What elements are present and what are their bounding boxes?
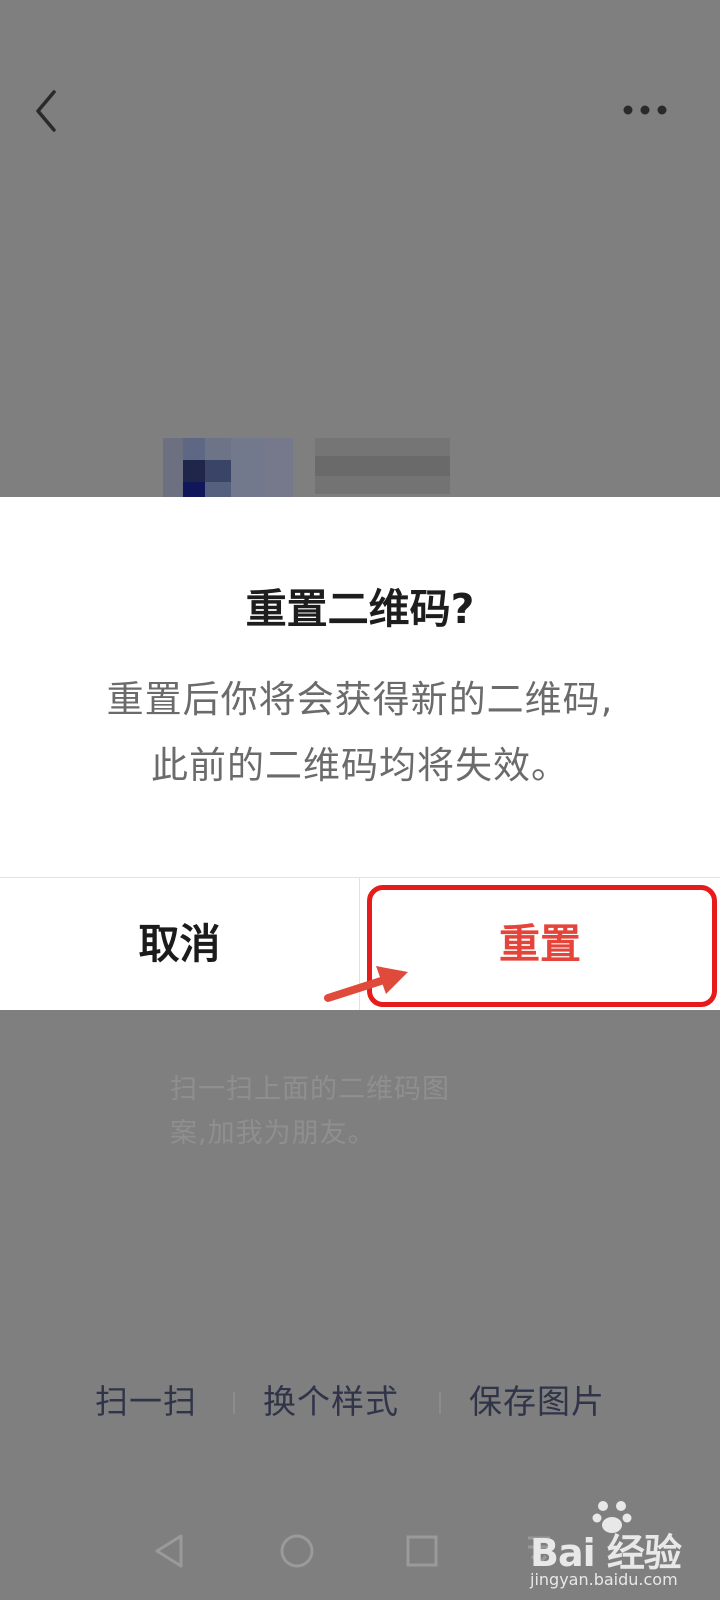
back-chevron-icon[interactable]	[28, 86, 68, 136]
reset-qr-dialog: 重置二维码? 重置后你将会获得新的二维码, 此前的二维码均将失效。 取消 重置	[0, 497, 720, 1010]
more-dots-icon[interactable]	[620, 90, 680, 130]
watermark-logo-text: Bai 经验	[530, 1531, 682, 1575]
save-image-button[interactable]: 保存图片	[469, 1372, 605, 1432]
baidu-jingyan-watermark: Bai 经验 jingyan.baidu.com	[530, 1496, 720, 1600]
qr-hint-text: 扫一扫上面的二维码图 案,加我为朋友。	[170, 1068, 510, 1156]
dialog-title: 重置二维码?	[245, 585, 475, 633]
reset-confirm-button[interactable]: 重置	[360, 878, 720, 1010]
home-circle-icon[interactable]	[272, 1526, 322, 1576]
change-style-button[interactable]: 换个样式	[263, 1372, 399, 1432]
watermark-url: jingyan.baidu.com	[530, 1570, 678, 1589]
scan-button[interactable]: 扫一扫	[95, 1372, 197, 1432]
profile-name-blurred	[315, 438, 450, 494]
cancel-button[interactable]: 取消	[0, 878, 359, 1010]
qr-hint-line1: 扫一扫上面的二维码图	[170, 1074, 450, 1105]
top-bar	[0, 60, 720, 160]
profile-avatar	[163, 438, 293, 498]
dialog-message-line2: 此前的二维码均将失效。	[151, 744, 569, 787]
action-separator	[233, 1392, 235, 1414]
dialog-message-line1: 重置后你将会获得新的二维码,	[106, 678, 614, 721]
bottom-actions: 扫一扫 换个样式 保存图片	[0, 1372, 720, 1432]
action-separator	[439, 1392, 441, 1414]
dialog-message: 重置后你将会获得新的二维码, 此前的二维码均将失效。	[30, 667, 690, 799]
recents-square-icon[interactable]	[397, 1526, 447, 1576]
back-triangle-icon[interactable]	[145, 1526, 195, 1576]
qr-hint-line2: 案,加我为朋友。	[170, 1118, 376, 1149]
